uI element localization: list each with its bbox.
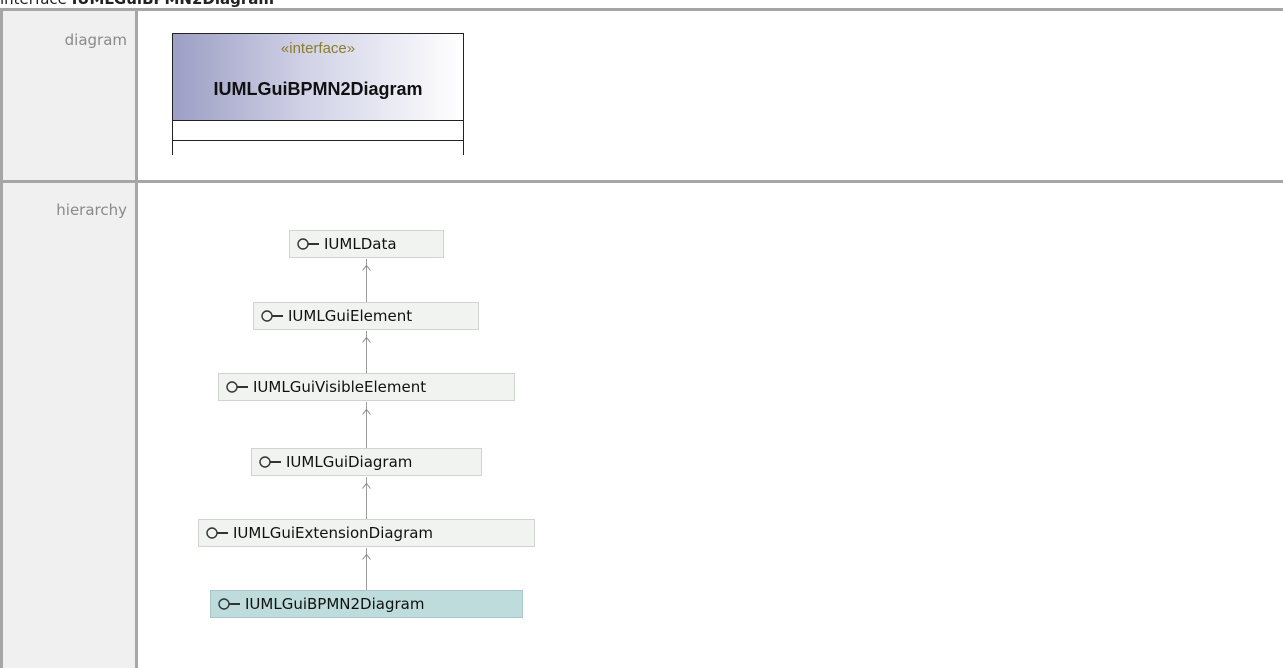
uml-interface-name: IUMLGuiBPMN2Diagram <box>213 79 423 99</box>
hierarchy-node-iumlguivisibleelement[interactable]: IUMLGuiVisibleElement <box>218 373 515 401</box>
interface-lollipop-icon <box>259 456 281 468</box>
hierarchy-node-iumlguidiagram[interactable]: IUMLGuiDiagram <box>251 448 482 476</box>
interface-lollipop-icon <box>218 598 240 610</box>
uml-attributes-compartment <box>173 120 463 140</box>
hierarchy-row-label: hierarchy <box>56 201 127 219</box>
page-title-name: IUMLGuiBPMN2Diagram <box>72 0 274 8</box>
hierarchy-node-label: IUMLGuiBPMN2Diagram <box>245 595 425 613</box>
row-divider <box>0 180 1283 183</box>
hierarchy-node-iumlguiextensiondiagram[interactable]: IUMLGuiExtensionDiagram <box>198 519 535 547</box>
uml-interface-box[interactable]: «interface» IUMLGuiBPMN2Diagram <box>172 33 464 155</box>
page-title: interface IUMLGuiBPMN2Diagram <box>0 0 274 8</box>
page-title-prefix: interface <box>0 0 67 8</box>
interface-lollipop-icon <box>226 381 248 393</box>
table-border-left <box>0 8 3 668</box>
arrowhead-icon <box>362 554 371 560</box>
hierarchy-node-iumlguielement[interactable]: IUMLGuiElement <box>253 302 479 330</box>
diagram-row-label: diagram <box>64 31 127 49</box>
arrowhead-icon <box>362 337 371 343</box>
arrowhead-icon <box>362 409 371 415</box>
hierarchy-node-label: IUMLGuiDiagram <box>286 453 413 471</box>
uml-operations-compartment <box>173 140 463 155</box>
hierarchy-node-label: IUMLData <box>324 235 397 253</box>
hierarchy-node-iumldata[interactable]: IUMLData <box>289 230 444 258</box>
hierarchy-node-label: IUMLGuiVisibleElement <box>253 378 427 396</box>
interface-lollipop-icon <box>297 238 319 250</box>
interface-lollipop-icon <box>206 527 228 539</box>
arrowhead-icon <box>362 265 371 271</box>
hierarchy-node-label: IUMLGuiElement <box>288 307 413 325</box>
interface-lollipop-icon <box>261 310 283 322</box>
arrowhead-icon <box>362 483 371 489</box>
uml-stereotype: «interface» <box>280 40 356 57</box>
column-divider <box>135 8 138 668</box>
hierarchy-node-label: IUMLGuiExtensionDiagram <box>233 524 434 542</box>
table-border-top <box>0 8 1283 11</box>
hierarchy-node-iumlguibpmn2diagram[interactable]: IUMLGuiBPMN2Diagram <box>210 590 523 618</box>
